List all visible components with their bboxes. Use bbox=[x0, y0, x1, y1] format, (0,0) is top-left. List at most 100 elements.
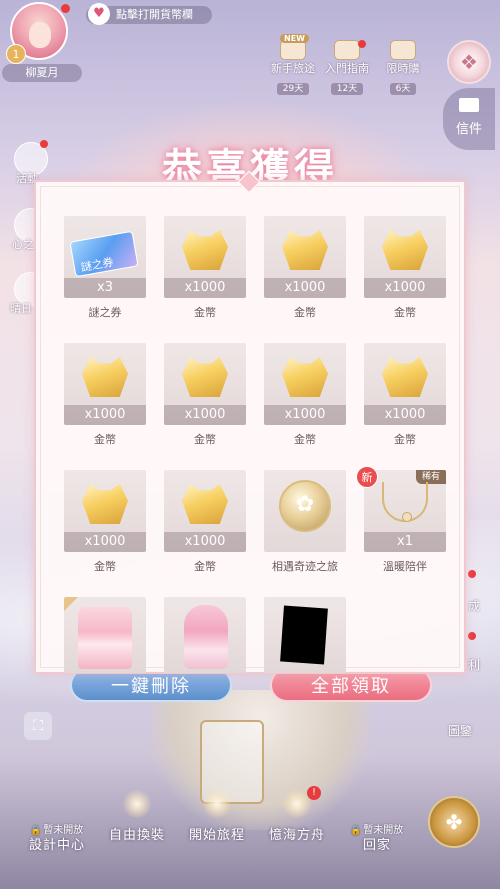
reward-item[interactable]: x1000 金幣 bbox=[64, 470, 146, 574]
player-level-badge: 1 bbox=[6, 44, 26, 64]
nav-free-dressup[interactable]: 自由換裝 bbox=[97, 790, 177, 843]
reward-qty: x1000 bbox=[164, 532, 246, 552]
necklace-icon bbox=[382, 482, 428, 522]
gold-coin-icon bbox=[282, 357, 328, 397]
mail-label: 信件 bbox=[455, 122, 482, 137]
reward-qty: x1000 bbox=[364, 405, 446, 425]
reward-name: 金幣 bbox=[394, 306, 416, 319]
reward-item[interactable]: 相遇奇迹之旅 bbox=[264, 470, 346, 574]
heart-icon: ♥ bbox=[88, 3, 110, 25]
reward-name: 金幣 bbox=[94, 433, 116, 446]
reward-item[interactable] bbox=[164, 597, 246, 673]
event-label: 新手旅途 bbox=[271, 62, 315, 75]
notification-dot bbox=[358, 40, 366, 48]
nav-label: 憶海方舟 bbox=[268, 828, 325, 843]
currency-bar-button[interactable]: ♥ 點擊打開貨幣欄 bbox=[86, 3, 212, 25]
gold-coin-icon bbox=[182, 357, 228, 397]
side-label-right-2: 利 bbox=[468, 658, 481, 672]
event-days: 6天 bbox=[389, 83, 417, 95]
reward-qty: x1000 bbox=[64, 405, 146, 425]
key-icon bbox=[334, 40, 360, 60]
reward-item[interactable]: x1000 金幣 bbox=[164, 343, 246, 447]
reward-name: 金幣 bbox=[294, 433, 316, 446]
home-round-button[interactable]: ✤ bbox=[428, 796, 480, 848]
nav-start-journey[interactable]: 開始旅程 bbox=[177, 790, 257, 843]
currency-bar-text: 點擊打開貨幣欄 bbox=[116, 8, 193, 21]
gold-coin-icon bbox=[82, 484, 128, 524]
event-beginner-guide[interactable]: 入門指南 12天 bbox=[320, 40, 374, 95]
clover-icon: ✤ bbox=[445, 810, 463, 834]
reward-name: 金幣 bbox=[194, 306, 216, 319]
nav-label: 設計中心 bbox=[28, 838, 85, 853]
reward-name: 金幣 bbox=[294, 306, 316, 319]
nav-memory-ark[interactable]: 憶海方舟 ! bbox=[257, 786, 337, 843]
corner-tag-icon bbox=[64, 597, 78, 611]
gold-coin-icon bbox=[382, 357, 428, 397]
event-days: 12天 bbox=[330, 83, 364, 95]
event-days: 29天 bbox=[276, 83, 310, 95]
reward-name: 溫暖陪伴 bbox=[383, 560, 427, 573]
reward-qty: x1000 bbox=[264, 405, 346, 425]
reward-item[interactable]: x1000 金幣 bbox=[164, 470, 246, 574]
reward-name: 相遇奇迹之旅 bbox=[272, 560, 338, 573]
side-label-collection: 圖鑒 bbox=[448, 724, 473, 738]
reward-dialog: 謎之券 x3 謎之券 x1000 金幣 x1000 金幣 x1000 金幣 x1… bbox=[34, 180, 466, 674]
redacted-item-icon bbox=[280, 605, 328, 665]
gold-coin-icon bbox=[382, 230, 428, 270]
nav-label: 開始旅程 bbox=[188, 828, 245, 843]
event-limited-purchase[interactable]: 限時購 6天 bbox=[376, 40, 430, 95]
reward-qty: x1000 bbox=[264, 278, 346, 298]
reward-name: 謎之券 bbox=[88, 306, 122, 319]
reward-item[interactable]: x1000 金幣 bbox=[364, 343, 446, 447]
cake-outfit-icon bbox=[184, 605, 228, 669]
reward-item[interactable]: 新 稀有 x1 溫暖陪伴 bbox=[356, 466, 446, 574]
reward-name: 金幣 bbox=[194, 433, 216, 446]
reward-name: 金幣 bbox=[194, 560, 216, 573]
cake-icon bbox=[78, 607, 132, 669]
reward-qty: x1000 bbox=[164, 278, 246, 298]
player-name: 柳夏月 bbox=[2, 64, 82, 82]
event-label: 入門指南 bbox=[325, 62, 369, 75]
nav-label: 自由換裝 bbox=[108, 828, 165, 843]
reward-item[interactable]: 謎之券 x3 謎之券 bbox=[64, 216, 146, 320]
gold-coin-icon bbox=[182, 230, 228, 270]
notification-dot bbox=[468, 570, 476, 578]
flower-icon: ❖ bbox=[460, 50, 478, 74]
reward-qty: x1000 bbox=[364, 278, 446, 298]
reward-item[interactable]: x1000 金幣 bbox=[364, 216, 446, 320]
reward-item[interactable]: x1000 金幣 bbox=[64, 343, 146, 447]
shop-icon bbox=[390, 40, 416, 60]
gold-coin-icon bbox=[282, 230, 328, 270]
new-badge: 新 bbox=[356, 466, 378, 488]
reward-item[interactable] bbox=[64, 597, 146, 673]
journey-icon bbox=[203, 790, 231, 818]
alert-icon: ! bbox=[307, 786, 321, 800]
reward-item[interactable]: x1000 金幣 bbox=[264, 216, 346, 320]
new-tag: NEW bbox=[280, 34, 309, 43]
gold-coin-icon bbox=[82, 357, 128, 397]
side-label-right-1: 成 bbox=[468, 599, 481, 613]
reward-qty: x1000 bbox=[64, 532, 146, 552]
nav-label: 回家 bbox=[362, 838, 391, 853]
notification-dot bbox=[468, 632, 476, 640]
nav-design-center[interactable]: 設計中心 bbox=[17, 790, 97, 853]
main-menu-button[interactable]: ❖ bbox=[447, 40, 491, 84]
reward-item[interactable] bbox=[264, 597, 346, 673]
dress-icon bbox=[123, 790, 151, 818]
avatar-notification-dot bbox=[61, 4, 70, 13]
reward-item[interactable]: x1000 金幣 bbox=[264, 343, 346, 447]
envelope-icon bbox=[459, 98, 479, 112]
reward-qty: x1 bbox=[364, 532, 446, 552]
nav-home[interactable]: 回家 bbox=[337, 790, 417, 853]
medal-icon bbox=[279, 480, 331, 532]
fullscreen-icon[interactable]: ⛶ bbox=[24, 712, 52, 740]
side-label-heart: 心之 bbox=[12, 238, 34, 251]
reward-qty: x3 bbox=[64, 278, 146, 298]
reward-name: 金幣 bbox=[94, 560, 116, 573]
ticket-icon: 謎之券 bbox=[69, 230, 139, 278]
side-label-sunny: 晴日 bbox=[10, 302, 32, 315]
gift-icon bbox=[280, 40, 306, 60]
reward-name: 金幣 bbox=[394, 433, 416, 446]
reward-item[interactable]: x1000 金幣 bbox=[164, 216, 246, 320]
event-newbie-journey[interactable]: NEW 新手旅途 29天 bbox=[266, 34, 320, 95]
